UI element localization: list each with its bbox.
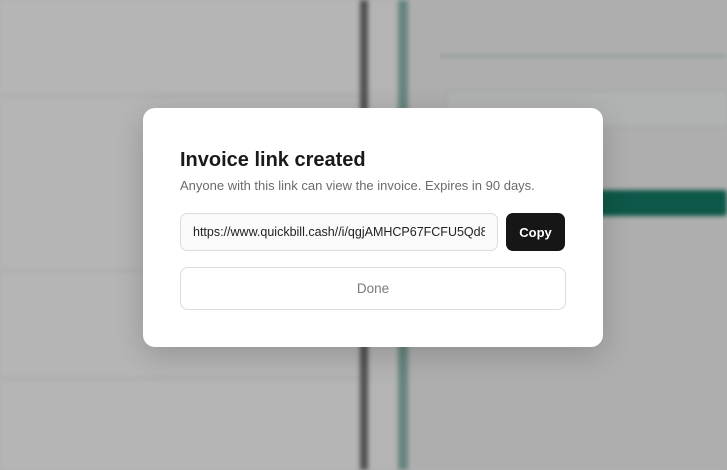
dialog-subtitle: Anyone with this link can view the invoi… bbox=[180, 178, 535, 193]
done-button[interactable]: Done bbox=[180, 267, 566, 310]
copy-button[interactable]: Copy bbox=[506, 213, 565, 251]
dialog-title: Invoice link created bbox=[180, 149, 366, 171]
invoice-link-dialog: Invoice link created Anyone with this li… bbox=[143, 108, 603, 347]
invoice-link-field[interactable] bbox=[180, 213, 498, 251]
